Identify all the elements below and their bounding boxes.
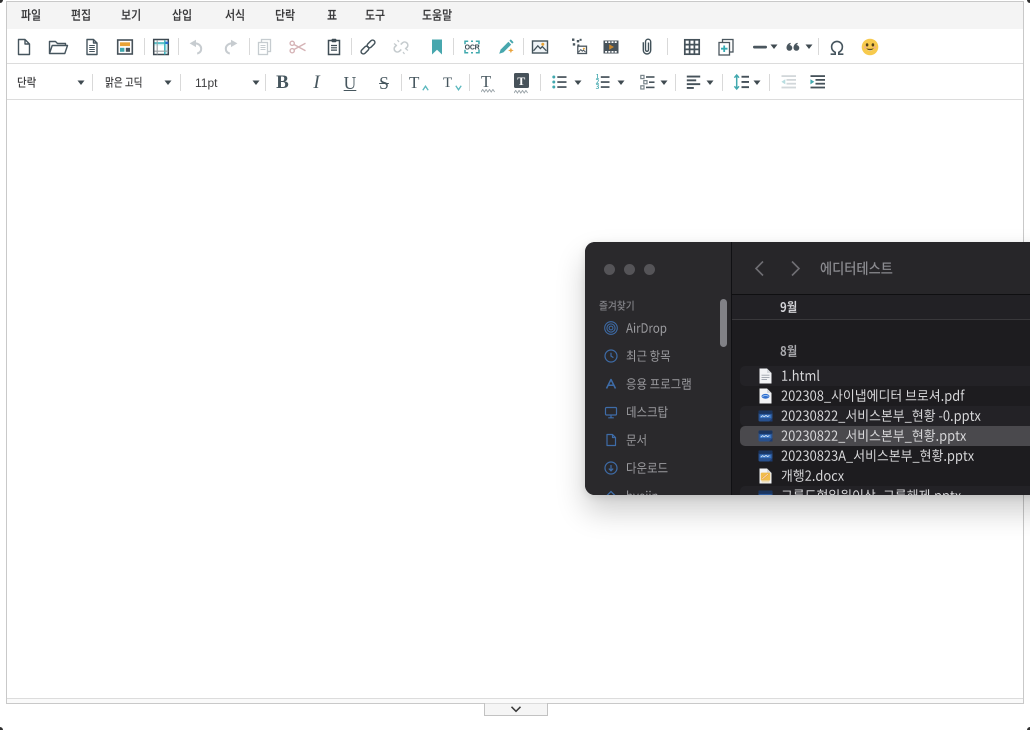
svg-text:OCR: OCR: [464, 44, 479, 51]
